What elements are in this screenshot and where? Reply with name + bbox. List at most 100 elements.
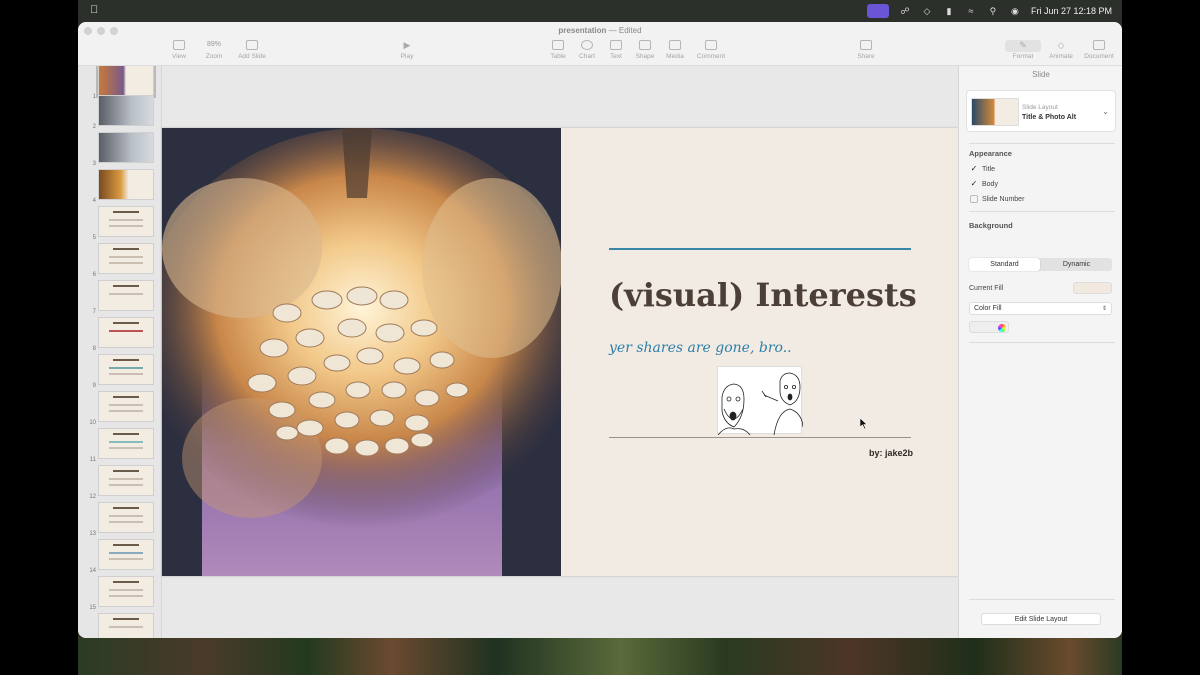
slide-author[interactable]: by: jake2b — [869, 448, 913, 458]
inspector-tab-title[interactable]: Slide — [959, 70, 1122, 79]
menubar-status: ☍ ◇ ▮ ≈ ⚲ ◉ Fri Jun 27 12:18 PM — [866, 0, 1112, 22]
menubar-clock[interactable]: Fri Jun 27 12:18 PM — [1031, 6, 1112, 16]
compass-icon[interactable]: ☍ — [899, 6, 911, 16]
document-label: Document — [1084, 53, 1114, 60]
slide-thumbnail[interactable]: 13 — [78, 502, 161, 538]
shape-icon — [639, 40, 651, 50]
standard-segment[interactable]: Standard — [969, 258, 1040, 271]
rocket-launch-photo — [162, 128, 561, 576]
add-slide-label: Add Slide — [238, 53, 266, 60]
slide-thumbnail[interactable]: 9 — [78, 354, 161, 390]
body-option-label: Body — [982, 180, 998, 188]
slide-thumbnail[interactable]: 8 — [78, 317, 161, 353]
layout-caption: Slide Layout — [1022, 104, 1058, 111]
control-center-icon[interactable]: ◉ — [1009, 6, 1021, 16]
slide-number: 8 — [92, 346, 96, 352]
slide-number-checkbox[interactable]: Slide Number — [970, 195, 1024, 203]
color-wheel-icon[interactable] — [998, 324, 1006, 332]
slide-thumbnail-image — [98, 132, 154, 163]
updown-arrows-icon: ⇕ — [1101, 306, 1107, 312]
slide-thumbnail[interactable]: 12 — [78, 465, 161, 501]
slide-number: 2 — [92, 124, 96, 130]
slide-title[interactable]: (visual) Interests — [609, 276, 917, 314]
zoom-menu[interactable]: 89% Zoom — [196, 40, 232, 60]
fill-type-select[interactable]: Color Fill ⇕ — [969, 302, 1112, 315]
slide-thumbnail-image — [98, 576, 154, 607]
keynote-menu-icon[interactable] — [866, 4, 889, 18]
slide-subtitle[interactable]: yer shares are gone, bro.. — [609, 340, 792, 356]
search-icon[interactable]: ⚲ — [987, 6, 999, 16]
edit-slide-layout-button[interactable]: Edit Slide Layout — [981, 613, 1101, 625]
format-tab[interactable]: ✎ Format — [1005, 40, 1041, 60]
slide-thumbnail[interactable]: 7 — [78, 280, 161, 316]
fill-type-value: Color Fill — [974, 305, 1002, 312]
edited-status: — Edited — [608, 26, 642, 35]
add-slide-icon — [246, 40, 258, 50]
slide-number: 13 — [89, 531, 96, 537]
slide-number: 10 — [89, 420, 96, 426]
slide-thumbnail[interactable]: 3 — [78, 132, 161, 168]
document-icon — [1093, 40, 1105, 50]
slide-thumbnail[interactable]: 11 — [78, 428, 161, 464]
checkmark-icon: ✓ — [970, 164, 978, 173]
play-button[interactable]: ▶ Play — [389, 40, 425, 60]
slide-number: 5 — [92, 235, 96, 241]
table-icon — [552, 40, 564, 50]
comment-label: Comment — [696, 53, 726, 60]
slide-thumbnail[interactable]: 15 — [78, 576, 161, 612]
slide-thumbnail[interactable]: 16 — [78, 613, 161, 638]
view-button[interactable]: View — [161, 40, 197, 60]
zoom-value: 89% — [206, 41, 221, 48]
share-button[interactable]: Share — [848, 40, 884, 60]
current-fill-label: Current Fill — [969, 285, 1004, 292]
add-slide-button[interactable]: Add Slide — [234, 40, 270, 60]
slide-thumbnail-image — [98, 465, 154, 496]
slide-photo[interactable] — [162, 128, 561, 576]
slide-canvas: (visual) Interests yer shares are gone, … — [162, 66, 958, 638]
slide-thumbnail-image — [98, 502, 154, 533]
document-tab[interactable]: Document — [1081, 40, 1117, 60]
slide-thumbnail-image — [96, 66, 156, 98]
letterbox-right — [1122, 0, 1200, 675]
slide-thumbnail[interactable]: 5 — [78, 206, 161, 242]
slide-number: 15 — [89, 605, 96, 611]
media-button[interactable]: Media — [657, 40, 693, 60]
divider — [969, 211, 1115, 212]
slide-number: 14 — [89, 568, 96, 574]
current-fill-swatch[interactable] — [1073, 282, 1112, 294]
slide-number: 7 — [92, 309, 96, 315]
letterbox-left — [0, 0, 78, 675]
dynamic-segment[interactable]: Dynamic — [1041, 258, 1112, 271]
slide-thumbnail-image — [98, 95, 154, 126]
slide-layout-picker[interactable]: Slide Layout Title & Photo Alt ⌄ — [966, 90, 1116, 132]
slide-thumbnail[interactable]: 14 — [78, 539, 161, 575]
current-slide[interactable]: (visual) Interests yer shares are gone, … — [162, 128, 958, 576]
body-checkbox[interactable]: ✓ Body — [970, 180, 998, 188]
wifi-icon[interactable]: ≈ — [965, 6, 977, 16]
media-icon — [669, 40, 681, 50]
title-checkbox[interactable]: ✓ Title — [970, 165, 995, 173]
battery-icon[interactable]: ▮ — [943, 6, 955, 16]
slide-number: 9 — [92, 383, 96, 389]
slide-thumbnail[interactable]: 4 — [78, 169, 161, 205]
view-label: View — [172, 53, 186, 60]
text-icon — [610, 40, 622, 50]
layers-icon[interactable]: ◇ — [921, 6, 933, 16]
comment-button[interactable]: Comment — [693, 40, 729, 60]
slide-number: 6 — [92, 272, 96, 278]
animate-tab[interactable]: ◇ Animate — [1043, 40, 1079, 60]
slide-thumbnail[interactable]: 6 — [78, 243, 161, 279]
apple-icon[interactable]:  — [90, 4, 100, 16]
appearance-heading: Appearance — [969, 149, 1012, 158]
play-label: Play — [400, 53, 414, 60]
divider — [969, 342, 1115, 343]
play-icon: ▶ — [403, 40, 411, 50]
slide-thumbnail-image — [98, 354, 154, 385]
color-well[interactable] — [969, 321, 1009, 333]
slide-thumbnail[interactable]: 10 — [78, 391, 161, 427]
slide-thumbnail[interactable]: 2 — [78, 95, 161, 131]
zoom-label: Zoom — [205, 53, 223, 60]
title-rule — [609, 248, 911, 250]
layout-thumbnail — [971, 98, 1019, 126]
meme-image[interactable] — [717, 366, 804, 436]
